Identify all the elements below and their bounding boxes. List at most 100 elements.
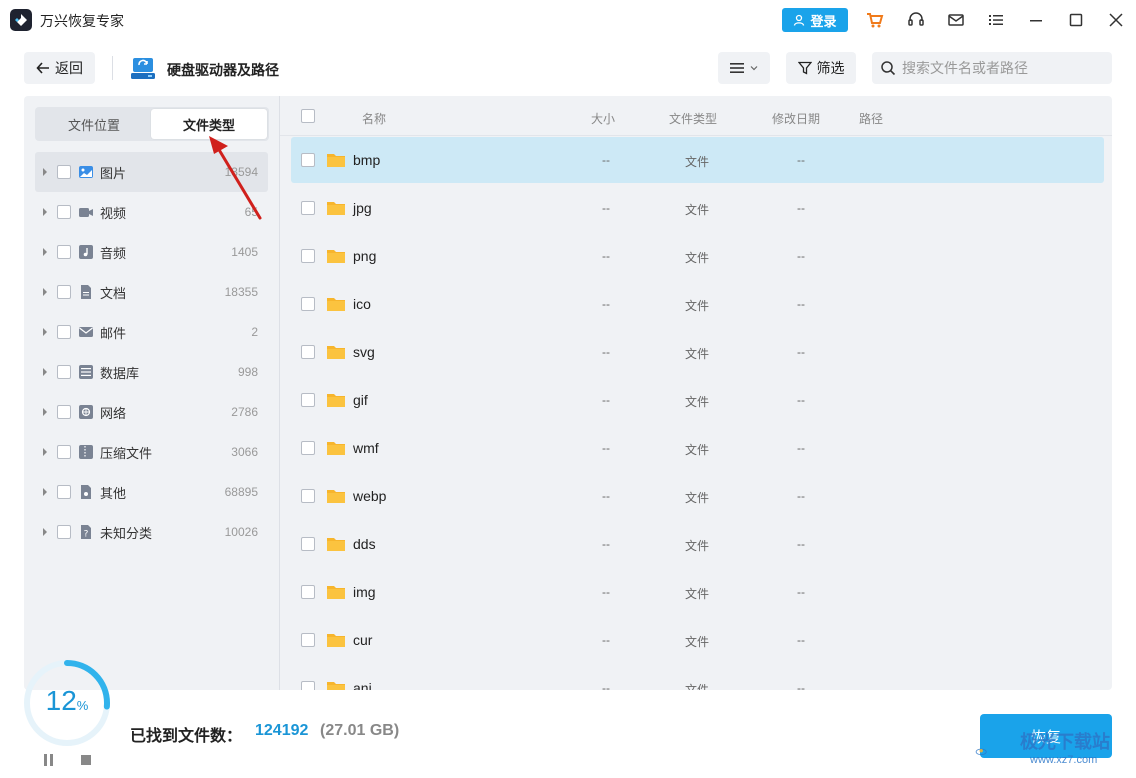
file-type: 文件 — [685, 299, 710, 313]
file-name: svg — [353, 344, 375, 360]
row-checkbox[interactable] — [301, 681, 315, 690]
file-modified: -- — [797, 153, 805, 167]
file-size: -- — [602, 345, 610, 359]
file-modified: -- — [797, 441, 805, 455]
file-name: gif — [353, 392, 368, 408]
table-row[interactable]: png -- 文件 -- — [291, 233, 1104, 279]
filter-icon — [797, 61, 812, 75]
folder-icon — [327, 490, 345, 503]
file-type: 文件 — [685, 251, 710, 265]
table-row[interactable]: gif -- 文件 -- — [291, 377, 1104, 423]
folder-icon — [327, 250, 345, 263]
table-row[interactable]: img -- 文件 -- — [291, 569, 1104, 615]
back-button[interactable]: 返回 — [24, 52, 95, 84]
table-row[interactable]: wmf -- 文件 -- — [291, 425, 1104, 471]
row-checkbox[interactable] — [301, 249, 315, 263]
row-checkbox[interactable] — [301, 441, 315, 455]
menu-list-icon[interactable] — [986, 10, 1006, 30]
row-checkbox[interactable] — [301, 489, 315, 503]
row-checkbox[interactable] — [301, 537, 315, 551]
row-checkbox[interactable] — [301, 393, 315, 407]
row-checkbox[interactable] — [301, 297, 315, 311]
view-tabs: 文件位置 文件类型 — [35, 107, 269, 141]
found-size: (27.01 GB) — [320, 722, 400, 739]
file-modified: -- — [797, 345, 805, 359]
table-row[interactable]: ico -- 文件 -- — [291, 281, 1104, 327]
table-row[interactable]: webp -- 文件 -- — [291, 473, 1104, 519]
file-modified: -- — [797, 489, 805, 503]
found-count: 124192 — [255, 722, 309, 739]
column-path[interactable]: 路径 — [859, 110, 883, 127]
progress-unit: % — [76, 698, 89, 713]
row-checkbox[interactable] — [301, 633, 315, 647]
found-label: 已找到文件数： — [130, 728, 243, 745]
row-checkbox[interactable] — [301, 153, 315, 167]
table-row[interactable]: jpg -- 文件 -- — [291, 185, 1104, 231]
search-input[interactable] — [902, 60, 1102, 76]
folder-icon — [327, 442, 345, 455]
filter-label: 筛选 — [816, 60, 845, 76]
column-size[interactable]: 大小 — [591, 110, 615, 127]
column-type[interactable]: 文件类型 — [669, 110, 717, 127]
table-row[interactable]: cur -- 文件 -- — [291, 617, 1104, 663]
view-mode-button[interactable] — [718, 52, 770, 84]
folder-icon — [327, 202, 345, 215]
mail-icon-titlebar[interactable] — [946, 10, 966, 30]
toolbar-divider — [112, 56, 113, 80]
file-type: 文件 — [685, 443, 710, 457]
table-row[interactable]: dds -- 文件 -- — [291, 521, 1104, 567]
folder-icon — [327, 394, 345, 407]
login-button[interactable]: 登录 — [782, 8, 848, 32]
file-name: dds — [353, 536, 376, 552]
tab-file-type[interactable]: 文件类型 — [151, 109, 267, 139]
row-checkbox[interactable] — [301, 585, 315, 599]
folder-icon — [327, 538, 345, 551]
folder-icon — [327, 346, 345, 359]
headset-icon[interactable] — [906, 10, 926, 30]
folder-icon — [327, 154, 345, 167]
file-modified: -- — [797, 585, 805, 599]
table-row[interactable]: svg -- 文件 -- — [291, 329, 1104, 375]
file-type: 文件 — [685, 491, 710, 505]
file-type: 文件 — [685, 635, 710, 649]
file-size: -- — [602, 681, 610, 690]
table-header: 名称 大小 文件类型 修改日期 路径 — [280, 96, 1112, 136]
folder-icon — [327, 586, 345, 599]
file-size: -- — [602, 297, 610, 311]
watermark-text: 极光下载站 — [1020, 732, 1110, 752]
column-modified[interactable]: 修改日期 — [772, 110, 820, 127]
row-checkbox[interactable] — [301, 201, 315, 215]
select-all-checkbox[interactable] — [301, 109, 315, 123]
cart-icon[interactable] — [865, 10, 885, 30]
maximize-icon[interactable] — [1066, 10, 1086, 30]
row-checkbox[interactable] — [301, 345, 315, 359]
minimize-icon[interactable] — [1026, 10, 1046, 30]
table-row[interactable]: bmp -- 文件 -- — [291, 137, 1104, 183]
table-row[interactable]: ani -- 文件 -- — [291, 665, 1104, 690]
column-name[interactable]: 名称 — [362, 110, 386, 127]
file-modified: -- — [797, 201, 805, 215]
file-type: 文件 — [685, 539, 710, 553]
title-bar: 万兴恢复专家 登录 — [0, 0, 1136, 40]
watermark-logo — [975, 748, 987, 756]
file-modified: -- — [797, 393, 805, 407]
file-type: 文件 — [685, 395, 710, 409]
progress-value: 12 — [45, 685, 77, 716]
file-size: -- — [602, 201, 610, 215]
file-type: 文件 — [685, 587, 710, 601]
location-title: 硬盘驱动器及路径 — [167, 62, 279, 78]
search-box[interactable] — [872, 52, 1112, 84]
tab-file-location[interactable]: 文件位置 — [37, 109, 151, 139]
file-name: jpg — [353, 200, 372, 216]
file-name: ani — [353, 680, 372, 690]
search-icon — [881, 61, 896, 76]
stop-icon[interactable] — [81, 755, 91, 765]
pause-icon[interactable] — [44, 754, 56, 766]
file-modified: -- — [797, 249, 805, 263]
file-size: -- — [602, 249, 610, 263]
file-size: -- — [602, 633, 610, 647]
file-type: 文件 — [685, 155, 710, 169]
filter-button[interactable]: 筛选 — [786, 52, 856, 84]
main-panel: 文件位置 文件类型 图片 13594 视频 65 音频 1405 文档 18355 邮件 2 数据库… — [24, 96, 1112, 690]
close-icon[interactable] — [1106, 10, 1126, 30]
